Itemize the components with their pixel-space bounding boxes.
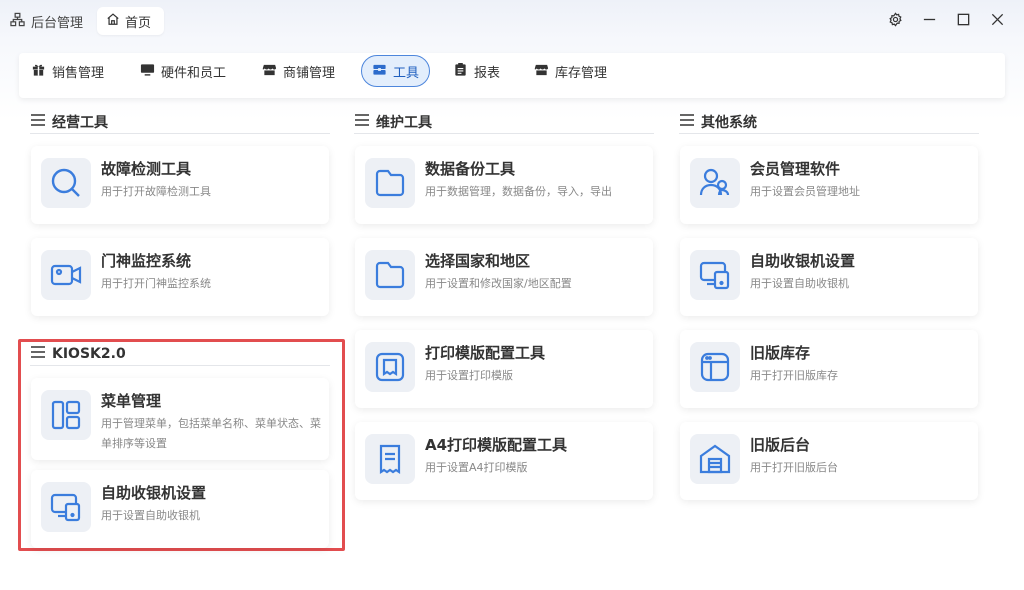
card-title: 会员管理软件 bbox=[750, 160, 841, 178]
tab-store-label: 商铺管理 bbox=[283, 65, 336, 81]
tab-inventory-label: 库存管理 bbox=[555, 65, 608, 81]
title-bar: 后台管理 首页 bbox=[0, 0, 1024, 42]
tab-store[interactable]: 商铺管理 bbox=[252, 55, 345, 87]
folder-icon bbox=[365, 250, 415, 300]
tool-card-legacy-inventory[interactable]: 旧版库存 用于打开旧版库存 bbox=[680, 330, 978, 408]
card-title: 自助收银机设置 bbox=[750, 252, 856, 270]
card-desc: 用于设置A4打印模版 bbox=[425, 461, 528, 474]
tab-home[interactable]: 首页 bbox=[97, 7, 164, 35]
card-desc: 用于管理菜单，包括菜单名称、菜单状态、菜单排序等设置 bbox=[101, 417, 321, 450]
card-title: 门神监控系统 bbox=[101, 252, 192, 270]
clipboard-icon bbox=[453, 62, 468, 81]
card-title: 选择国家和地区 bbox=[425, 252, 531, 270]
card-desc: 用于打开故障检测工具 bbox=[101, 185, 211, 198]
warehouse-icon bbox=[690, 434, 740, 484]
gear-icon bbox=[888, 11, 903, 31]
search-icon bbox=[41, 158, 91, 208]
section-header-maintenance: 维护工具 bbox=[354, 110, 654, 134]
menu-icon bbox=[30, 345, 46, 363]
section-title: 其他系统 bbox=[701, 114, 757, 131]
menu-icon bbox=[354, 113, 370, 131]
card-desc: 用于设置打印模版 bbox=[425, 369, 513, 382]
tab-reports[interactable]: 报表 bbox=[443, 55, 510, 87]
gift-icon bbox=[31, 62, 46, 81]
close-icon bbox=[990, 12, 1005, 31]
menu-icon bbox=[679, 113, 695, 131]
minimize-button[interactable] bbox=[919, 11, 939, 31]
tab-reports-label: 报表 bbox=[474, 65, 501, 81]
tool-card-print-template[interactable]: 打印模版配置工具 用于设置打印模版 bbox=[355, 330, 653, 408]
menu-icon bbox=[30, 113, 46, 131]
tool-card-legacy-backend[interactable]: 旧版后台 用于打开旧版后台 bbox=[680, 422, 978, 500]
card-desc: 用于打开旧版后台 bbox=[750, 461, 838, 474]
tab-hardware-staff[interactable]: 硬件和员工 bbox=[130, 55, 236, 87]
section-title: 经营工具 bbox=[52, 114, 108, 131]
app-title: 后台管理 bbox=[10, 11, 83, 31]
app-title-label: 后台管理 bbox=[31, 15, 84, 31]
maximize-icon bbox=[956, 12, 971, 31]
store-icon bbox=[262, 62, 277, 81]
tool-card-self-checkout-kiosk[interactable]: 自助收银机设置 用于设置自助收银机 bbox=[31, 470, 329, 548]
print-template-icon bbox=[365, 342, 415, 392]
section-header-business: 经营工具 bbox=[30, 110, 330, 134]
sitemap-icon bbox=[10, 12, 25, 31]
tool-card-a4-print-template[interactable]: A4打印模版配置工具 用于设置A4打印模版 bbox=[355, 422, 653, 500]
tab-sales[interactable]: 销售管理 bbox=[21, 55, 114, 87]
tab-sales-label: 销售管理 bbox=[52, 65, 105, 81]
section-title: 维护工具 bbox=[376, 114, 432, 131]
card-desc: 用于设置和修改国家/地区配置 bbox=[425, 277, 572, 290]
window-icon bbox=[690, 342, 740, 392]
card-desc: 用于设置自助收银机 bbox=[101, 509, 200, 522]
tool-card-menu-management[interactable]: 菜单管理 用于管理菜单，包括菜单名称、菜单状态、菜单排序等设置 bbox=[31, 378, 329, 460]
section-header-other: 其他系统 bbox=[679, 110, 979, 134]
card-desc: 用于打开门神监控系统 bbox=[101, 277, 211, 290]
home-icon bbox=[106, 12, 120, 30]
self-checkout-icon bbox=[690, 250, 740, 300]
section-title: KIOSK2.0 bbox=[52, 345, 126, 362]
card-title: 打印模版配置工具 bbox=[425, 344, 546, 362]
monitor-icon bbox=[140, 62, 155, 81]
tool-card-member-management[interactable]: 会员管理软件 用于设置会员管理地址 bbox=[680, 146, 978, 224]
tool-card-country-region[interactable]: 选择国家和地区 用于设置和修改国家/地区配置 bbox=[355, 238, 653, 316]
card-title: 故障检测工具 bbox=[101, 160, 192, 178]
minimize-icon bbox=[922, 12, 937, 31]
maximize-button[interactable] bbox=[953, 11, 973, 31]
tab-home-label: 首页 bbox=[125, 15, 152, 31]
section-header-kiosk: KIOSK2.0 bbox=[30, 342, 330, 366]
video-camera-icon bbox=[41, 250, 91, 300]
tool-card-self-checkout-other[interactable]: 自助收银机设置 用于设置自助收银机 bbox=[680, 238, 978, 316]
self-checkout-icon bbox=[41, 482, 91, 532]
category-nav: 销售管理 硬件和员工 商铺管理 工具 报表 库存管理 bbox=[19, 53, 1005, 98]
folder-icon bbox=[365, 158, 415, 208]
card-title: 旧版后台 bbox=[750, 436, 811, 454]
tab-tools-label: 工具 bbox=[393, 65, 420, 81]
card-desc: 用于设置自助收银机 bbox=[750, 277, 849, 290]
tool-card-door-monitor[interactable]: 门神监控系统 用于打开门神监控系统 bbox=[31, 238, 329, 316]
tool-card-data-backup[interactable]: 数据备份工具 用于数据管理，数据备份，导入，导出 bbox=[355, 146, 653, 224]
layout-icon bbox=[41, 390, 91, 440]
card-desc: 用于数据管理，数据备份，导入，导出 bbox=[425, 185, 612, 198]
settings-button[interactable] bbox=[885, 11, 905, 31]
receipt-icon bbox=[365, 434, 415, 484]
tab-hardware-staff-label: 硬件和员工 bbox=[161, 65, 227, 81]
close-button[interactable] bbox=[987, 11, 1007, 31]
toolbox-icon bbox=[372, 62, 387, 81]
card-title: A4打印模版配置工具 bbox=[425, 436, 568, 454]
users-icon bbox=[690, 158, 740, 208]
card-title: 数据备份工具 bbox=[425, 160, 516, 178]
card-title: 自助收银机设置 bbox=[101, 484, 207, 502]
tool-card-fault-detection[interactable]: 故障检测工具 用于打开故障检测工具 bbox=[31, 146, 329, 224]
card-desc: 用于打开旧版库存 bbox=[750, 369, 838, 382]
card-desc: 用于设置会员管理地址 bbox=[750, 185, 860, 198]
tab-inventory[interactable]: 库存管理 bbox=[524, 55, 617, 87]
card-title: 旧版库存 bbox=[750, 344, 811, 362]
card-title: 菜单管理 bbox=[101, 392, 162, 410]
store-icon bbox=[534, 62, 549, 81]
tab-tools[interactable]: 工具 bbox=[361, 55, 431, 87]
